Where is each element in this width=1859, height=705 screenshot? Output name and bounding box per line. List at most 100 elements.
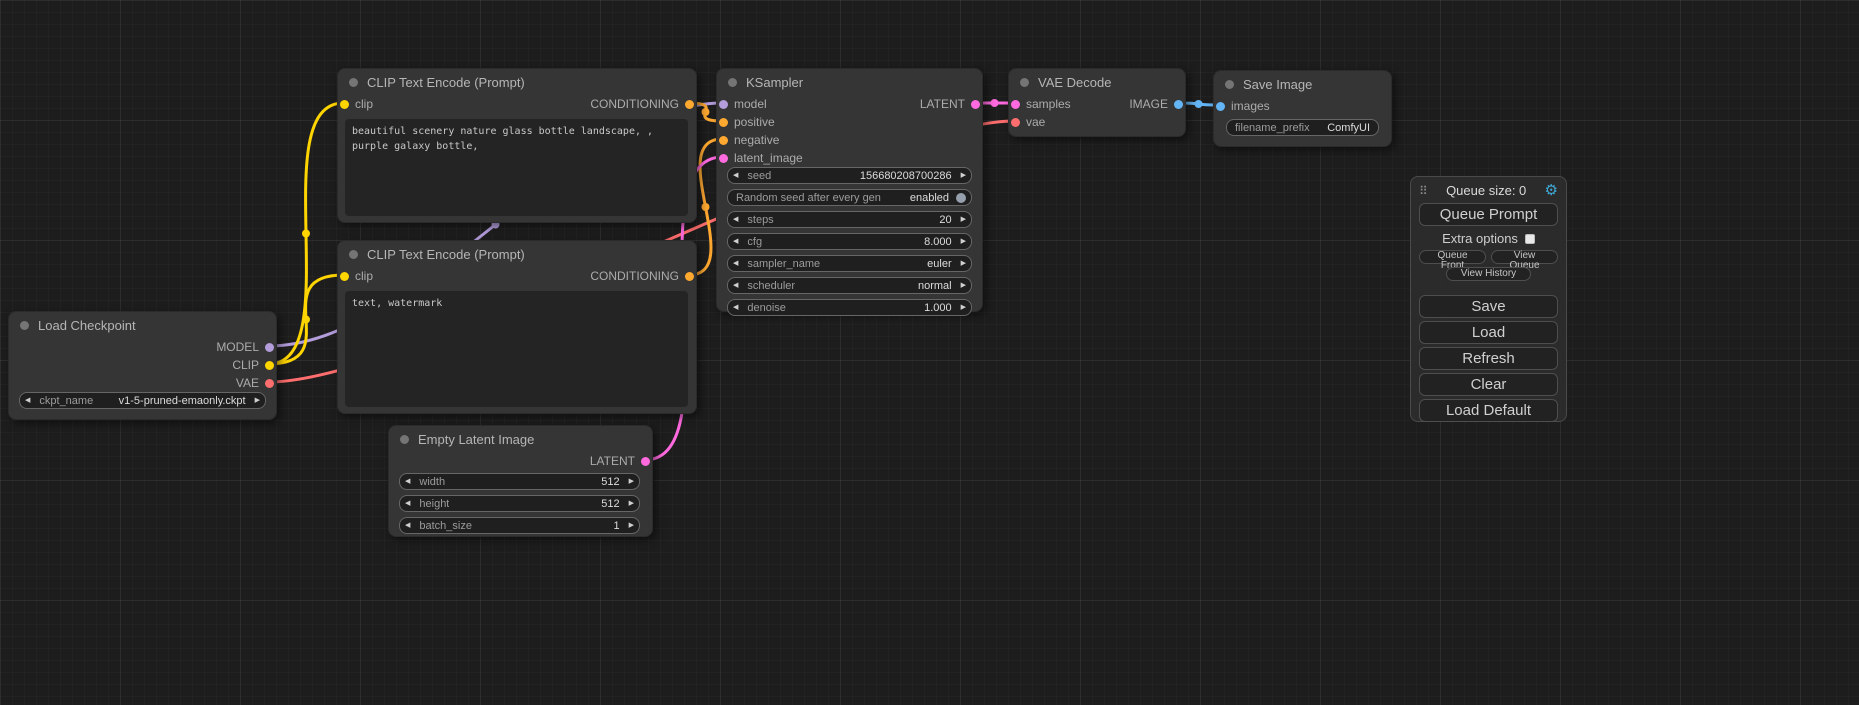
load-button[interactable]: Load — [1419, 321, 1558, 344]
output-port-clip[interactable]: CLIP — [232, 356, 274, 374]
node-clip-text-encode-positive[interactable]: CLIP Text Encode (Prompt) clip CONDITION… — [337, 68, 697, 223]
port-dot-latent[interactable] — [719, 154, 728, 163]
decrement-arrow-icon[interactable]: ◀ — [405, 522, 410, 529]
node-status-dot[interactable] — [400, 435, 409, 444]
port-dot-image[interactable] — [1216, 102, 1225, 111]
node-status-dot[interactable] — [20, 321, 29, 330]
refresh-button[interactable]: Refresh — [1419, 347, 1558, 370]
widget-ckpt-name[interactable]: ◀ ckpt_name v1-5-pruned-emaonly.ckpt ▶ — [19, 392, 266, 409]
widget-batch-size[interactable]: ◀ batch_size 1 ▶ — [399, 517, 640, 534]
widget-width[interactable]: ◀ width 512 ▶ — [399, 473, 640, 490]
widget-random-seed-toggle[interactable]: Random seed after every gen enabled — [727, 189, 972, 206]
node-ksampler[interactable]: KSampler model LATENT positive negative — [716, 68, 983, 312]
clear-button[interactable]: Clear — [1419, 373, 1558, 396]
output-port-vae[interactable]: VAE — [236, 374, 274, 392]
node-title-bar[interactable]: Load Checkpoint — [9, 312, 276, 338]
node-status-dot[interactable] — [1225, 80, 1234, 89]
port-dot-clip[interactable] — [340, 100, 349, 109]
view-history-button[interactable]: View History — [1446, 267, 1531, 281]
port-dot-latent[interactable] — [1011, 100, 1020, 109]
widget-steps[interactable]: ◀ steps 20 ▶ — [727, 211, 972, 228]
node-title-bar[interactable]: Save Image — [1214, 71, 1391, 97]
widget-denoise[interactable]: ◀ denoise 1.000 ▶ — [727, 299, 972, 316]
port-dot-image[interactable] — [1174, 100, 1183, 109]
port-dot-model[interactable] — [719, 100, 728, 109]
decrement-arrow-icon[interactable]: ◀ — [733, 238, 738, 245]
node-title-bar[interactable]: CLIP Text Encode (Prompt) — [338, 69, 696, 95]
port-dot-conditioning[interactable] — [719, 136, 728, 145]
settings-gear-icon[interactable]: ⚙ — [1545, 183, 1558, 198]
port-dot-vae[interactable] — [265, 379, 274, 388]
decrement-arrow-icon[interactable]: ◀ — [733, 260, 738, 267]
node-clip-text-encode-negative[interactable]: CLIP Text Encode (Prompt) clip CONDITION… — [337, 240, 697, 414]
port-dot-clip[interactable] — [265, 361, 274, 370]
increment-arrow-icon[interactable]: ▶ — [629, 478, 634, 485]
widget-cfg[interactable]: ◀ cfg 8.000 ▶ — [727, 233, 972, 250]
node-title-bar[interactable]: KSampler — [717, 69, 982, 95]
widget-height[interactable]: ◀ height 512 ▶ — [399, 495, 640, 512]
node-title-bar[interactable]: CLIP Text Encode (Prompt) — [338, 241, 696, 267]
increment-arrow-icon[interactable]: ▶ — [255, 397, 260, 404]
decrement-arrow-icon[interactable]: ◀ — [25, 397, 30, 404]
widget-seed[interactable]: ◀ seed 156680208700286 ▶ — [727, 167, 972, 184]
widget-scheduler[interactable]: ◀ scheduler normal ▶ — [727, 277, 972, 294]
node-load-checkpoint[interactable]: Load Checkpoint MODEL CLIP VAE ◀ ckpt_na… — [8, 311, 277, 420]
increment-arrow-icon[interactable]: ▶ — [629, 522, 634, 529]
port-dot-conditioning[interactable] — [685, 100, 694, 109]
queue-front-button[interactable]: Queue Front — [1419, 250, 1486, 264]
output-port-image[interactable]: IMAGE — [1129, 95, 1183, 113]
node-title-bar[interactable]: VAE Decode — [1009, 69, 1185, 95]
save-button[interactable]: Save — [1419, 295, 1558, 318]
node-status-dot[interactable] — [1020, 78, 1029, 87]
drag-handle-icon[interactable]: ⠿ — [1419, 184, 1428, 198]
decrement-arrow-icon[interactable]: ◀ — [405, 478, 410, 485]
increment-arrow-icon[interactable]: ▶ — [961, 216, 966, 223]
increment-arrow-icon[interactable]: ▶ — [961, 172, 966, 179]
output-port-latent[interactable]: LATENT — [590, 452, 650, 470]
port-dot-latent[interactable] — [641, 457, 650, 466]
input-port-vae[interactable]: vae — [1011, 113, 1045, 131]
input-port-model[interactable]: model — [719, 95, 767, 113]
negative-prompt-textarea[interactable]: text, watermark — [345, 291, 688, 407]
input-port-negative[interactable]: negative — [719, 131, 779, 149]
output-port-latent[interactable]: LATENT — [920, 95, 980, 113]
node-title-bar[interactable]: Empty Latent Image — [389, 426, 652, 452]
node-vae-decode[interactable]: VAE Decode samples IMAGE vae — [1008, 68, 1186, 137]
input-port-clip[interactable]: clip — [340, 267, 373, 285]
decrement-arrow-icon[interactable]: ◀ — [733, 172, 738, 179]
toggle-indicator[interactable] — [956, 193, 966, 203]
widget-sampler-name[interactable]: ◀ sampler_name euler ▶ — [727, 255, 972, 272]
node-status-dot[interactable] — [349, 78, 358, 87]
decrement-arrow-icon[interactable]: ◀ — [733, 282, 738, 289]
node-status-dot[interactable] — [349, 250, 358, 259]
node-empty-latent-image[interactable]: Empty Latent Image LATENT ◀ width 512 ▶ … — [388, 425, 653, 537]
decrement-arrow-icon[interactable]: ◀ — [733, 216, 738, 223]
increment-arrow-icon[interactable]: ▶ — [961, 238, 966, 245]
view-queue-button[interactable]: View Queue — [1491, 250, 1558, 264]
output-port-conditioning[interactable]: CONDITIONING — [590, 95, 694, 113]
port-dot-conditioning[interactable] — [719, 118, 728, 127]
input-port-samples[interactable]: samples — [1011, 95, 1071, 113]
increment-arrow-icon[interactable]: ▶ — [629, 500, 634, 507]
node-save-image[interactable]: Save Image images filename_prefix ComfyU… — [1213, 70, 1392, 147]
port-dot-clip[interactable] — [340, 272, 349, 281]
input-port-latent-image[interactable]: latent_image — [719, 149, 803, 167]
extra-options-checkbox[interactable] — [1525, 234, 1535, 244]
load-default-button[interactable]: Load Default — [1419, 399, 1558, 422]
output-port-conditioning[interactable]: CONDITIONING — [590, 267, 694, 285]
port-dot-vae[interactable] — [1011, 118, 1020, 127]
increment-arrow-icon[interactable]: ▶ — [961, 260, 966, 267]
port-dot-latent[interactable] — [971, 100, 980, 109]
decrement-arrow-icon[interactable]: ◀ — [405, 500, 410, 507]
node-status-dot[interactable] — [728, 78, 737, 87]
output-port-model[interactable]: MODEL — [216, 338, 274, 356]
increment-arrow-icon[interactable]: ▶ — [961, 304, 966, 311]
input-port-clip[interactable]: clip — [340, 95, 373, 113]
port-dot-model[interactable] — [265, 343, 274, 352]
widget-filename-prefix[interactable]: filename_prefix ComfyUI — [1226, 119, 1379, 136]
queue-prompt-button[interactable]: Queue Prompt — [1419, 203, 1558, 226]
node-graph-canvas[interactable]: Load Checkpoint MODEL CLIP VAE ◀ ckpt_na… — [0, 0, 1859, 705]
increment-arrow-icon[interactable]: ▶ — [961, 282, 966, 289]
input-port-images[interactable]: images — [1216, 97, 1270, 115]
port-dot-conditioning[interactable] — [685, 272, 694, 281]
